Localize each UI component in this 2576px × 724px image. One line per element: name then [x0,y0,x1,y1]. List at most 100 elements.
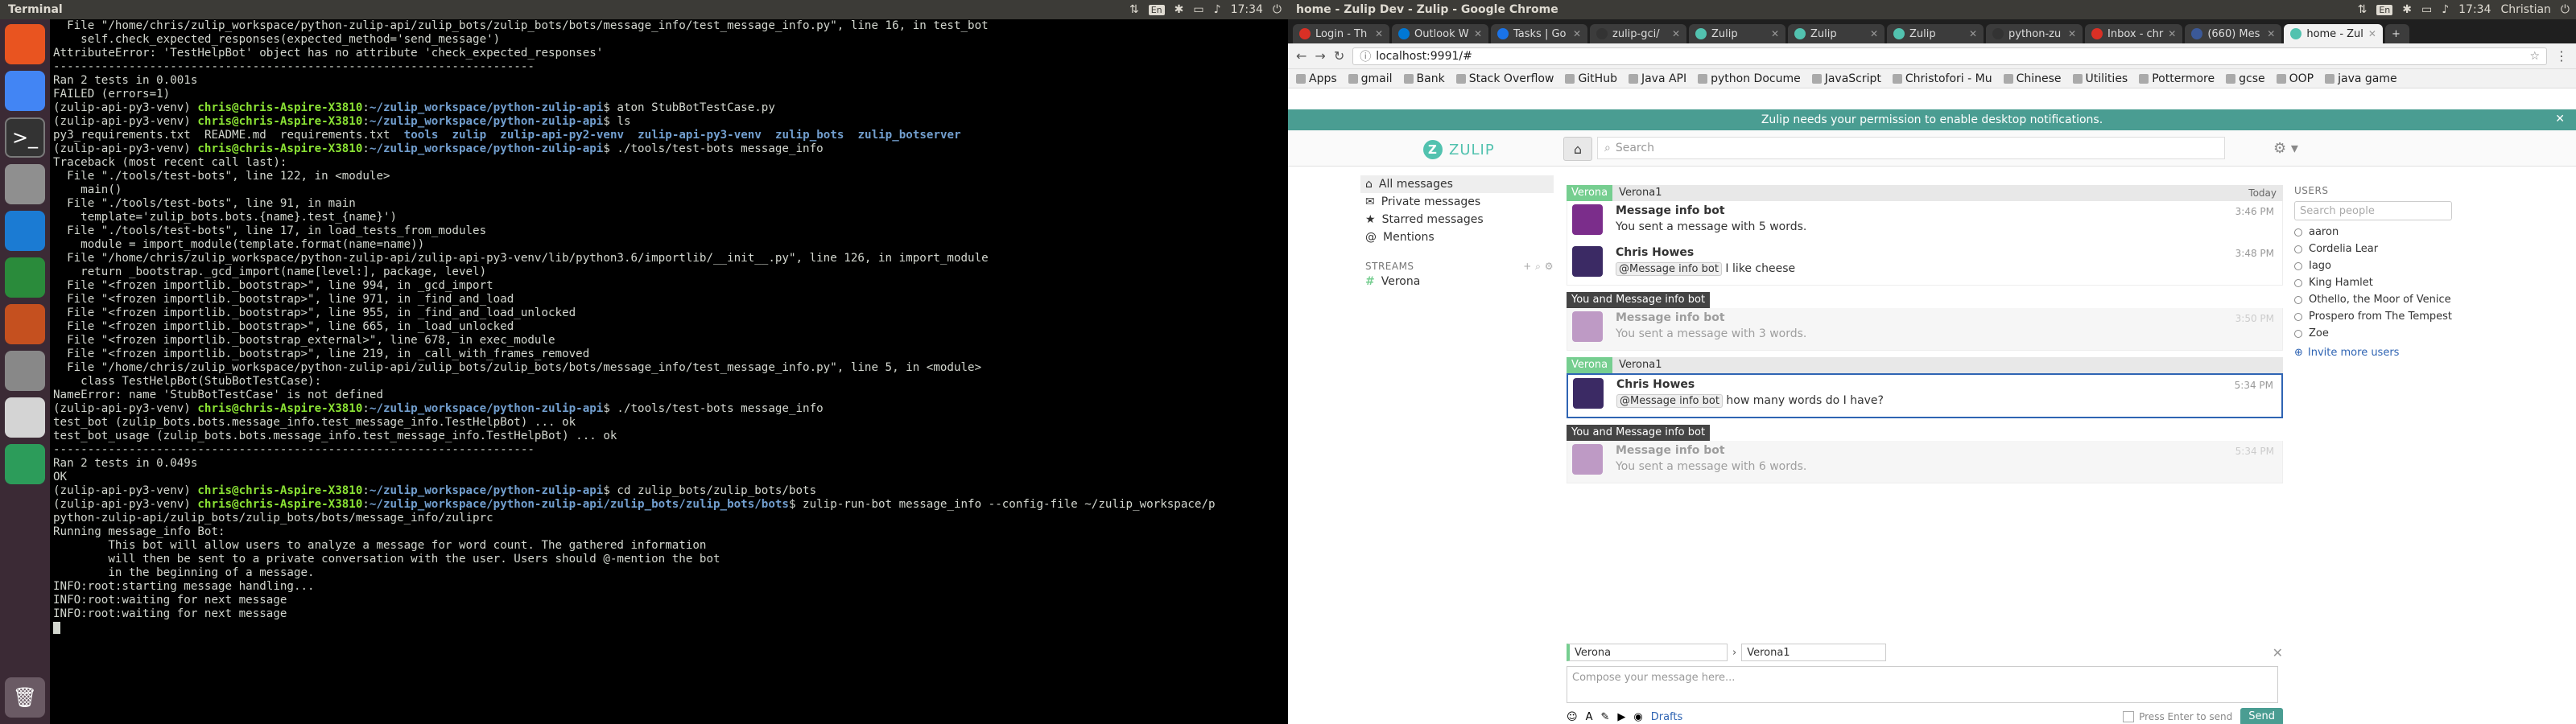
power-icon[interactable]: ⏻ [1273,3,1282,16]
battery-icon[interactable]: ▭ [2421,3,2432,16]
message[interactable]: Message info bot 3:50 PM You sent a messag… [1567,308,2282,350]
forward-icon[interactable]: → [1315,48,1325,64]
nav-item[interactable]: ✉ Private messages [1360,193,1554,211]
recipient-bar[interactable]: Verona Verona1 Today [1567,185,2283,201]
stream-label[interactable]: Verona [1567,185,1613,201]
browser-tab[interactable]: Tasks | Go ✕ [1491,24,1587,43]
avatar[interactable] [1572,246,1603,277]
bookmark-star-icon[interactable]: ☆ [2529,50,2540,63]
bookmark-item[interactable]: gcse [2226,72,2265,85]
menu-icon[interactable]: ⋮ [2555,48,2568,64]
user-item[interactable]: Iago [2294,257,2455,274]
bluetooth-icon[interactable]: ✱ [2402,3,2412,16]
network-icon[interactable]: ⇅ [1129,3,1139,16]
gear-icon[interactable]: ⚙ [1545,261,1554,272]
volume-icon[interactable]: ♪ [1214,3,1221,16]
smile-icon[interactable]: ☺ [1567,711,1578,723]
bookmark-item[interactable]: gmail [1348,72,1393,85]
writer-icon[interactable] [5,211,45,251]
nav-item[interactable]: @ Mentions [1360,228,1554,246]
pm-label[interactable]: You and Message info bot [1567,292,1711,308]
green-app-icon[interactable] [5,444,45,484]
browser-tab[interactable]: (660) Mes ✕ [2185,24,2282,43]
stream-field[interactable]: Verona [1567,644,1728,661]
search-input[interactable]: ⌕ Search [1597,137,2225,159]
close-icon[interactable]: ✕ [2068,28,2076,39]
sender-name[interactable]: Message info bot [1616,311,2276,324]
network-icon[interactable]: ⇅ [2358,3,2368,16]
close-icon[interactable]: ✕ [2555,113,2565,125]
new-tab-button[interactable]: + [2384,24,2409,43]
trash-icon[interactable]: 🗑 [5,677,45,718]
plus-icon[interactable]: + [1523,261,1532,272]
compose-textarea[interactable]: Compose your message here... [1567,666,2278,703]
user-item[interactable]: Cordelia Lear [2294,241,2455,257]
files-icon[interactable] [5,164,45,204]
avatar[interactable] [1573,378,1604,409]
message[interactable]: Chris Howes 5:34 PM @Message info bot how … [1568,375,2281,417]
close-icon[interactable]: ✕ [1672,28,1680,39]
bookmark-item[interactable]: Stack Overflow [1455,72,1554,85]
stream-item[interactable]: # Verona [1360,273,1554,290]
browser-tab[interactable]: Zulip ✕ [1788,24,1885,43]
stream-label[interactable]: Verona [1567,357,1613,373]
nav-item[interactable]: ★ Starred messages [1360,211,1554,228]
user-item[interactable]: Zoe [2294,325,2455,342]
bookmark-item[interactable]: Apps [1296,72,1337,85]
user-item[interactable]: Othello, the Moor of Venice [2294,291,2455,308]
close-icon[interactable]: ✕ [2267,28,2275,39]
chrome-icon[interactable] [5,71,45,111]
home-button[interactable]: ⌂ [1563,137,1592,161]
user-mention[interactable]: @Message info bot [1616,394,1723,408]
close-icon[interactable]: ✕ [2273,645,2283,660]
bookmark-item[interactable]: python Docume [1698,72,1801,85]
attach-icon[interactable]: ✎ [1600,711,1609,723]
topic-label[interactable]: Verona1 [1612,357,2283,373]
close-icon[interactable]: ✕ [2168,28,2176,39]
close-icon[interactable]: ✕ [1969,28,1977,39]
recipient-bar[interactable]: You and Message info bot [1567,292,2283,308]
bookmark-item[interactable]: Pottermore [2139,72,2215,85]
reload-icon[interactable]: ↻ [1334,48,1344,64]
sender-name[interactable]: Chris Howes [1616,378,2275,391]
user-item[interactable]: Prospero from The Tempest [2294,308,2455,325]
close-icon[interactable]: ✕ [1474,28,1482,39]
topic-label[interactable]: Verona1 [1612,185,2249,201]
close-icon[interactable]: ✕ [1771,28,1779,39]
sender-name[interactable]: Message info bot [1616,444,2276,457]
close-icon[interactable]: ✕ [1573,28,1581,39]
recipient-bar[interactable]: You and Message info bot [1567,425,2283,441]
search-icon[interactable]: ⌕ [1535,261,1541,272]
close-icon[interactable]: ✕ [1870,28,1878,39]
calc-icon[interactable] [5,257,45,298]
press-enter-checkbox[interactable] [2123,711,2135,722]
pm-label[interactable]: You and Message info bot [1567,425,1711,441]
user-item[interactable]: aaron [2294,224,2455,241]
bookmark-item[interactable]: Bank [1403,72,1445,85]
banner-text[interactable]: Zulip needs your permission to enable de… [1761,113,2103,126]
topic-field[interactable]: Verona1 [1741,644,1887,661]
eye-icon[interactable]: ◉ [1633,711,1642,723]
user-item[interactable]: King Hamlet [2294,274,2455,291]
bookmark-item[interactable]: Chinese [2003,72,2062,85]
send-button[interactable]: Send [2240,708,2283,724]
volume-icon[interactable]: ♪ [2442,3,2449,16]
sender-name[interactable]: Message info bot [1616,204,2276,217]
browser-tab[interactable]: Zulip ✕ [1689,24,1785,43]
browser-tab[interactable]: Inbox - chr ✕ [2085,24,2183,43]
bookmark-item[interactable]: Christofori - Mu [1892,72,1992,85]
avatar[interactable] [1572,444,1603,475]
invite-users-link[interactable]: ⊕ Invite more users [2294,347,2455,359]
bookmark-item[interactable]: Java API [1628,72,1686,85]
user-mention[interactable]: @Message info bot [1616,262,1722,276]
press-enter-option[interactable]: Press Enter to send [2123,711,2232,722]
user-name[interactable]: Christian [2501,3,2551,16]
browser-tab[interactable]: zulip-gci/ ✕ [1590,24,1686,43]
bookmark-item[interactable]: GitHub [1565,72,1617,85]
keyboard-icon[interactable]: En [2376,4,2393,15]
message[interactable]: Chris Howes 3:48 PM @Message info bot I li… [1567,243,2282,285]
clock[interactable]: 17:34 [2458,3,2491,16]
terminal-output[interactable]: File "/home/chris/zulip_workspace/python… [50,19,1288,724]
browser-tab[interactable]: Zulip ✕ [1887,24,1984,43]
sender-name[interactable]: Chris Howes [1616,246,2276,259]
